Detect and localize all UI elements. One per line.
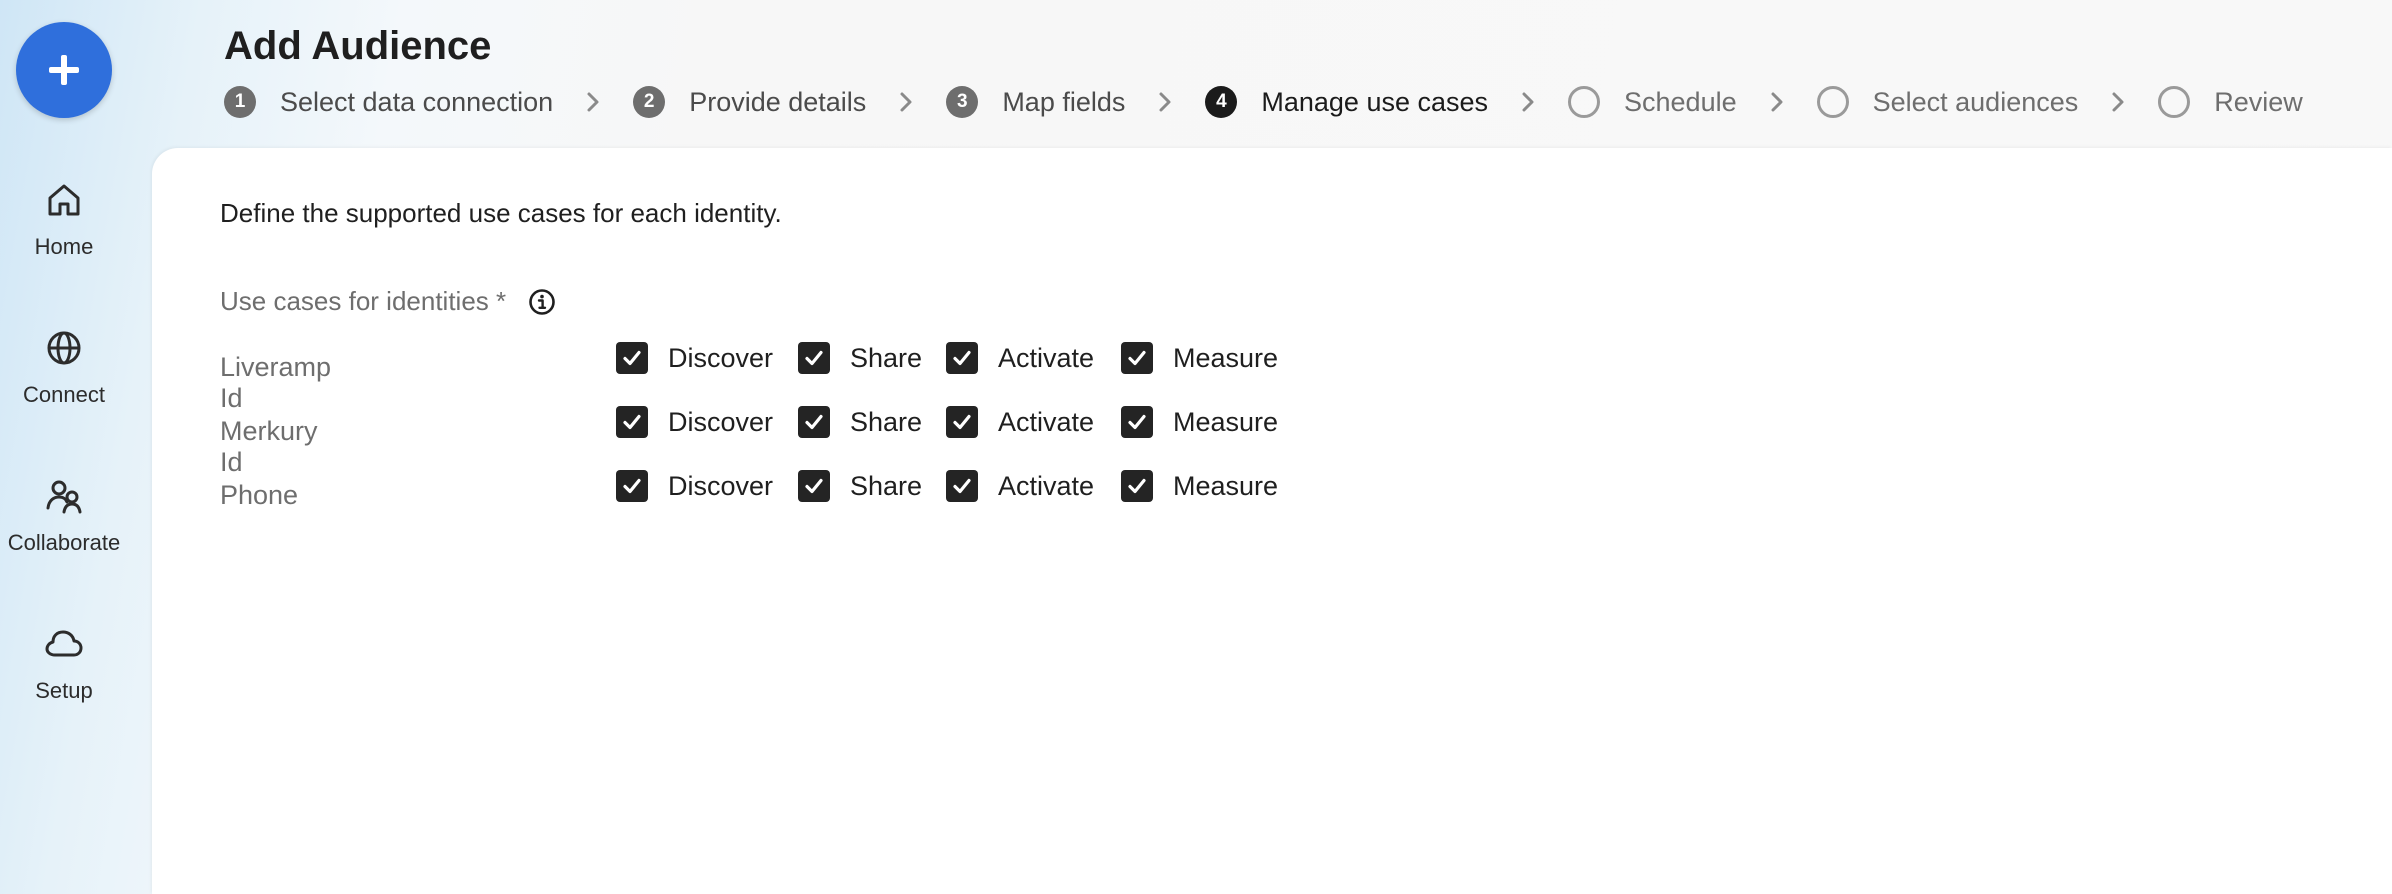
use-cases-field-label: Use cases for identities * — [220, 286, 556, 317]
checkbox-checked-icon[interactable] — [1121, 470, 1153, 502]
checkbox-checked-icon[interactable] — [946, 406, 978, 438]
checkbox-checked-icon[interactable] — [616, 470, 648, 502]
checkbox-checked-icon[interactable] — [798, 406, 830, 438]
checkbox-label: Measure — [1173, 470, 1279, 501]
step-label: Review — [2214, 86, 2303, 117]
checkbox-label: Share — [850, 470, 923, 501]
globe-icon — [42, 326, 86, 370]
checkbox-label: Discover — [668, 342, 774, 373]
people-icon — [42, 474, 86, 518]
step-select-data-connection[interactable]: 1 Select data connection — [224, 86, 553, 118]
page-description: Define the supported use cases for each … — [220, 198, 782, 228]
step-provide-details[interactable]: 2 Provide details — [633, 86, 866, 118]
step-label: Manage use cases — [1261, 86, 1489, 117]
use-cases-label-text: Use cases for identities * — [220, 286, 507, 316]
checkbox-discover[interactable]: Discover — [616, 340, 773, 376]
checkbox-checked-icon[interactable] — [946, 470, 978, 502]
step-schedule[interactable]: Schedule — [1568, 86, 1737, 118]
checkbox-label: Share — [850, 342, 923, 373]
step-pending-circle-icon — [1816, 86, 1849, 118]
step-label: Select data connection — [280, 86, 554, 117]
checkbox-checked-icon[interactable] — [1121, 342, 1153, 374]
checkbox-label: Measure — [1173, 342, 1279, 373]
nav-home-label: Home — [34, 234, 94, 259]
checkbox-measure[interactable]: Measure — [1121, 468, 1278, 504]
checkbox-label: Measure — [1173, 406, 1279, 437]
step-number-badge: 2 — [633, 86, 666, 118]
nav-setup-label: Setup — [35, 678, 93, 703]
nav-connect[interactable]: Connect — [0, 326, 128, 408]
plus-icon — [49, 55, 79, 85]
checkbox-checked-icon[interactable] — [798, 342, 830, 374]
chevron-right-icon — [1737, 90, 1817, 114]
checkbox-share[interactable]: Share — [798, 340, 922, 376]
checkbox-checked-icon[interactable] — [616, 342, 648, 374]
step-pending-circle-icon — [1568, 86, 1601, 118]
step-label: Map fields — [1002, 86, 1126, 117]
nav-collaborate[interactable]: Collaborate — [0, 474, 128, 556]
step-select-audiences[interactable]: Select audiences — [1816, 86, 2079, 118]
nav-collaborate-label: Collaborate — [7, 530, 121, 555]
checkbox-discover[interactable]: Discover — [616, 468, 773, 504]
step-map-fields[interactable]: 3 Map fields — [946, 86, 1125, 118]
step-label: Provide details — [689, 86, 867, 117]
chevron-right-icon — [553, 90, 633, 114]
nav-home[interactable]: Home — [0, 178, 128, 260]
chevron-right-icon — [1125, 90, 1205, 114]
stepper: 1 Select data connection 2 Provide detai… — [224, 82, 2303, 122]
step-label: Select audiences — [1872, 86, 2079, 117]
checkbox-discover[interactable]: Discover — [616, 404, 773, 440]
checkbox-checked-icon[interactable] — [946, 342, 978, 374]
chevron-right-icon — [2078, 90, 2158, 114]
checkbox-checked-icon[interactable] — [798, 470, 830, 502]
step-number-badge: 1 — [224, 86, 256, 118]
left-nav-rail: Home Connect Collaborate Setup — [0, 0, 152, 894]
chevron-right-icon — [866, 90, 946, 114]
chevron-right-icon — [1488, 90, 1568, 114]
checkbox-activate[interactable]: Activate — [946, 404, 1094, 440]
step-number-badge: 4 — [1205, 86, 1238, 118]
nav-setup[interactable]: Setup — [0, 622, 128, 704]
step-pending-circle-icon — [2158, 86, 2191, 118]
checkbox-label: Discover — [668, 470, 774, 501]
cloud-icon — [42, 622, 86, 666]
step-label: Schedule — [1624, 86, 1737, 117]
nav-connect-label: Connect — [23, 382, 105, 407]
home-icon — [42, 178, 86, 222]
checkbox-share[interactable]: Share — [798, 468, 922, 504]
step-number-badge: 3 — [946, 86, 979, 118]
step-review[interactable]: Review — [2158, 86, 2303, 118]
checkbox-checked-icon[interactable] — [616, 406, 648, 438]
step-manage-use-cases[interactable]: 4 Manage use cases — [1205, 86, 1488, 118]
checkbox-label: Discover — [668, 406, 774, 437]
identity-label: Phone — [220, 480, 299, 510]
checkbox-share[interactable]: Share — [798, 404, 922, 440]
checkbox-activate[interactable]: Activate — [946, 468, 1094, 504]
checkbox-measure[interactable]: Measure — [1121, 340, 1278, 376]
main-panel: Define the supported use cases for each … — [152, 148, 2392, 894]
checkbox-activate[interactable]: Activate — [946, 340, 1094, 376]
identity-label: Liveramp Id — [220, 352, 332, 413]
checkbox-label: Share — [850, 406, 923, 437]
page-title: Add Audience — [224, 24, 492, 68]
checkbox-label: Activate — [998, 470, 1095, 501]
identity-label: Merkury Id — [220, 416, 318, 477]
checkbox-measure[interactable]: Measure — [1121, 404, 1278, 440]
info-icon[interactable] — [528, 288, 556, 316]
checkbox-label: Activate — [998, 342, 1095, 373]
checkbox-label: Activate — [998, 406, 1095, 437]
checkbox-checked-icon[interactable] — [1121, 406, 1153, 438]
create-button[interactable] — [16, 22, 112, 118]
